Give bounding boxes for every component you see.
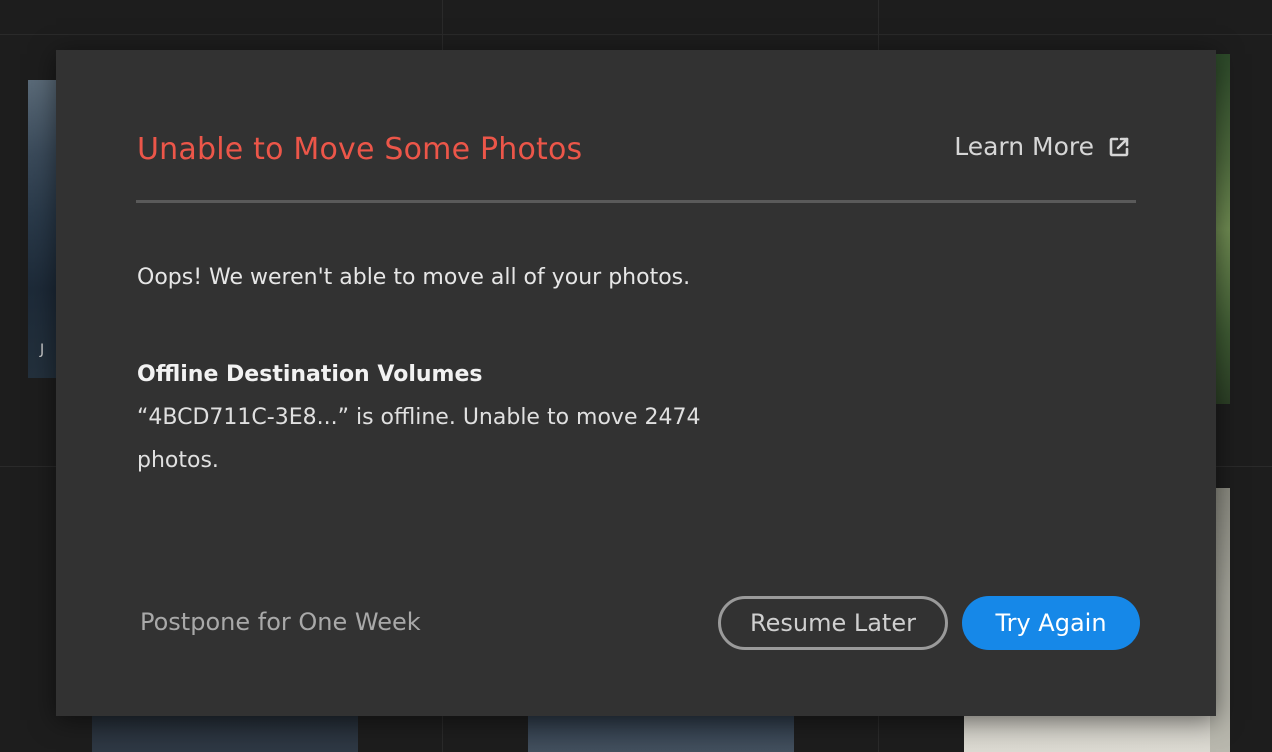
photo-thumbnail[interactable] <box>528 712 794 752</box>
learn-more-link[interactable]: Learn More <box>954 132 1130 161</box>
error-message: Oops! We weren't able to move all of you… <box>137 265 691 290</box>
resume-later-button[interactable]: Resume Later <box>718 596 948 650</box>
postpone-button[interactable]: Postpone for One Week <box>140 608 421 636</box>
photo-thumbnail[interactable] <box>92 712 358 752</box>
move-photos-error-dialog: Unable to Move Some Photos Learn More Oo… <box>56 50 1216 716</box>
thumbnail-label: J <box>40 342 45 358</box>
header-divider <box>136 200 1136 203</box>
section-heading: Offline Destination Volumes <box>137 362 483 387</box>
external-link-icon <box>1108 136 1130 158</box>
section-description: “4BCD711C-3E8...” is offline. Unable to … <box>137 405 701 473</box>
dialog-title: Unable to Move Some Photos <box>137 132 583 167</box>
try-again-button[interactable]: Try Again <box>962 596 1140 650</box>
learn-more-label: Learn More <box>954 132 1094 161</box>
photo-thumbnail[interactable] <box>964 712 1210 752</box>
grid-divider <box>0 34 1272 35</box>
